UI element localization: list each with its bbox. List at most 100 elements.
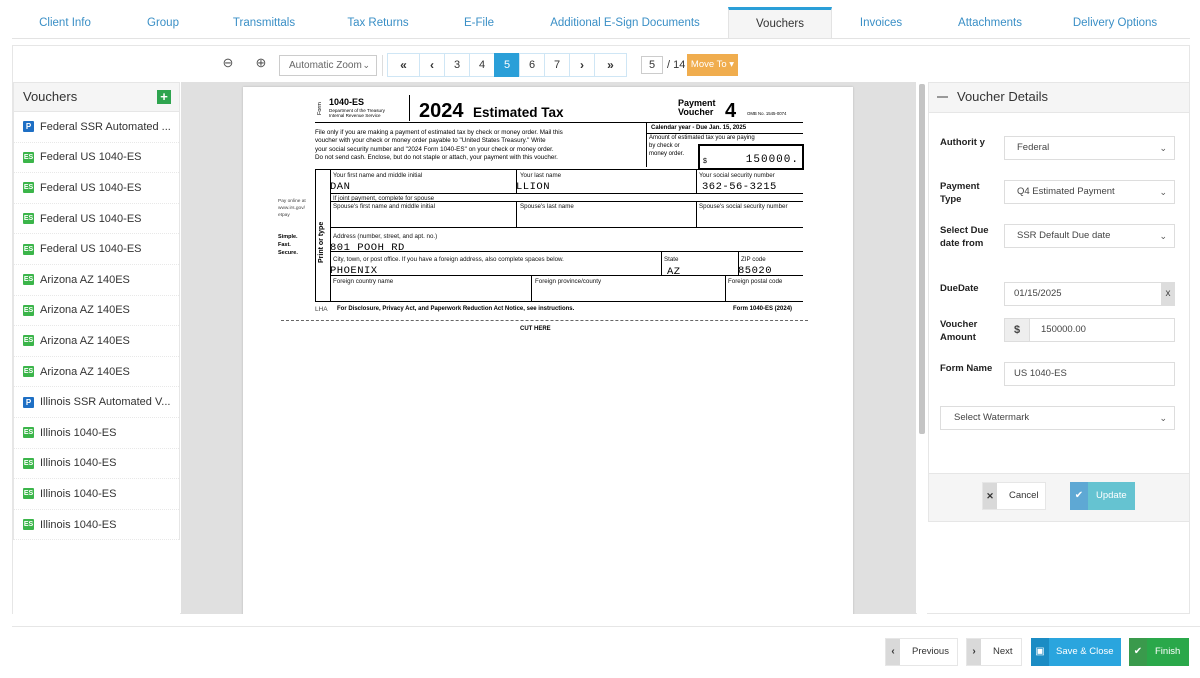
viewer-scrollbar[interactable]: [917, 82, 927, 614]
voucher-list-item[interactable]: ES Federal US 1040-ES: [14, 173, 179, 204]
tab-transmittals[interactable]: Transmittals: [208, 7, 320, 38]
previous-button[interactable]: ‹ Previous: [885, 638, 958, 666]
row1-rule: [330, 193, 803, 194]
page-3-button[interactable]: 3: [444, 53, 470, 77]
next-button[interactable]: › Next: [966, 638, 1022, 666]
pdf-viewer: Form 1040-ES Department of the Treasury …: [181, 82, 916, 614]
spouse-name-divider: [516, 201, 517, 227]
zoom-select[interactable]: Automatic Zoom ⌄: [279, 55, 377, 76]
pay-online-line: etpay: [278, 213, 290, 218]
disclosure-note: For Disclosure, Privacy Act, and Paperwo…: [337, 306, 575, 312]
page-6-button[interactable]: 6: [519, 53, 545, 77]
voucher-list-item[interactable]: ES Illinois 1040-ES: [14, 479, 179, 510]
tab-client-info[interactable]: Client Info: [12, 7, 118, 38]
page-4-button[interactable]: 4: [469, 53, 495, 77]
voucher-list-item[interactable]: ES Illinois 1040-ES: [14, 418, 179, 449]
chevron-left-icon: ‹: [886, 639, 900, 665]
es-badge-icon: ES: [23, 213, 34, 225]
chevron-down-icon: ⌄: [1159, 231, 1167, 241]
tab-tax-returns[interactable]: Tax Returns: [320, 7, 436, 38]
tab-additional-esign-documents[interactable]: Additional E-Sign Documents: [522, 7, 728, 38]
update-label: Update: [1096, 490, 1127, 501]
voucher-amount-input[interactable]: 150000.00: [1029, 318, 1175, 342]
foreign-divider-1: [531, 275, 532, 301]
state-divider: [661, 251, 662, 275]
city-rule: [330, 275, 803, 276]
due-date-source-select[interactable]: SSR Default Due date ⌄: [1004, 224, 1175, 248]
voucher-list-item[interactable]: ES Arizona AZ 140ES: [14, 357, 179, 388]
page-number-input[interactable]: 5: [641, 56, 663, 74]
voucher-list-item[interactable]: ES Illinois 1040-ES: [14, 449, 179, 480]
last-name-label: Your last name: [520, 172, 562, 179]
simple-fast-secure: Simple. Fast. Secure.: [278, 233, 298, 257]
voucher-list-item[interactable]: ES Federal US 1040-ES: [14, 143, 179, 174]
save-close-button[interactable]: ▣ Save & Close: [1031, 638, 1121, 666]
ssn-label: Your social security number: [699, 172, 775, 179]
money-order: money order.: [649, 151, 685, 157]
form-year: 2024: [419, 100, 464, 122]
chevron-down-icon: ⌄: [362, 60, 370, 70]
prev-page-button[interactable]: ‹: [419, 53, 445, 77]
amount-label: Amount of estimated tax you are paying: [649, 135, 755, 141]
calendar-rule: [646, 133, 803, 134]
due-date-input[interactable]: 01/15/2025: [1004, 282, 1162, 306]
es-badge-icon: ES: [23, 274, 34, 286]
footer-divider: [12, 626, 1200, 627]
update-button[interactable]: ✔ Update: [1070, 482, 1135, 510]
zoom-in-icon[interactable]: ⊕: [253, 55, 269, 71]
sidebar-header: Vouchers +: [13, 82, 180, 112]
es-badge-icon: ES: [23, 151, 34, 163]
cut-line: [281, 320, 808, 321]
voucher-list-item[interactable]: ES Arizona AZ 140ES: [14, 265, 179, 296]
dollar-sign: $: [703, 158, 707, 165]
tab-vouchers[interactable]: Vouchers: [728, 7, 832, 38]
voucher-list-item[interactable]: ES Arizona AZ 140ES: [14, 326, 179, 357]
tab-group[interactable]: Group: [118, 7, 208, 38]
zip-label: ZIP code: [741, 256, 766, 263]
payment-type-select[interactable]: Q4 Estimated Payment ⌄: [1004, 180, 1175, 204]
scrollbar-thumb[interactable]: [919, 84, 925, 434]
voucher-list-item[interactable]: P Federal SSR Automated ...: [14, 112, 179, 143]
cancel-button[interactable]: ✕ Cancel: [982, 482, 1046, 510]
es-badge-icon: ES: [23, 335, 34, 347]
details-title: Voucher Details: [957, 89, 1049, 104]
collapse-icon[interactable]: [937, 96, 948, 98]
voucher-list-item[interactable]: ES Illinois 1040-ES: [14, 510, 179, 541]
next-label: Next: [993, 646, 1013, 657]
watermark-select[interactable]: Select Watermark ⌄: [940, 406, 1175, 430]
page-7-button[interactable]: 7: [544, 53, 570, 77]
due-date-label: DueDate: [940, 283, 979, 294]
pay-online-line: Pay online at: [278, 199, 306, 204]
next-page-button[interactable]: ›: [569, 53, 595, 77]
chevron-down-icon: ⌄: [1159, 187, 1167, 197]
form-title: Estimated Tax: [473, 105, 564, 120]
voucher-list: P Federal SSR Automated ... ES Federal US 1…: [13, 112, 180, 541]
spouse-first-name-label: Spouse's first name and middle initial: [333, 203, 435, 210]
page-5-button[interactable]: 5: [494, 53, 520, 77]
form-name-input[interactable]: US 1040-ES: [1004, 362, 1175, 386]
foreign-divider-2: [725, 275, 726, 301]
save-close-label: Save & Close: [1056, 646, 1114, 657]
voucher-list-item[interactable]: ES Federal US 1040-ES: [14, 234, 179, 265]
slogan-line: Fast.: [278, 242, 291, 248]
zoom-out-icon[interactable]: ⊖: [220, 55, 236, 71]
tab-attachments[interactable]: Attachments: [930, 7, 1050, 38]
last-page-button[interactable]: »: [594, 53, 627, 77]
tab-invoices[interactable]: Invoices: [832, 7, 930, 38]
tab-e-file[interactable]: E-File: [436, 7, 522, 38]
p-badge-icon: P: [23, 396, 34, 408]
first-page-button[interactable]: «: [387, 53, 420, 77]
tab-delivery-options[interactable]: Delivery Options: [1050, 7, 1180, 38]
first-name-label: Your first name and middle initial: [333, 172, 423, 179]
voucher-list-item[interactable]: P Illinois SSR Automated V...: [14, 387, 179, 418]
authority-select[interactable]: Federal ⌄: [1004, 136, 1175, 160]
amount-value: 150000.: [745, 154, 799, 166]
move-to-button[interactable]: Move To ▾: [687, 54, 738, 76]
voucher-list-item[interactable]: ES Federal US 1040-ES: [14, 204, 179, 235]
city-label: City, town, or post office. If you have …: [333, 256, 564, 263]
finish-button[interactable]: ✔ Finish: [1129, 638, 1189, 666]
voucher-list-item[interactable]: ES Arizona AZ 140ES: [14, 296, 179, 327]
clear-date-icon[interactable]: x: [1161, 282, 1175, 306]
voucher-item-label: Illinois SSR Automated V...: [40, 396, 171, 409]
add-voucher-icon[interactable]: +: [157, 90, 171, 104]
